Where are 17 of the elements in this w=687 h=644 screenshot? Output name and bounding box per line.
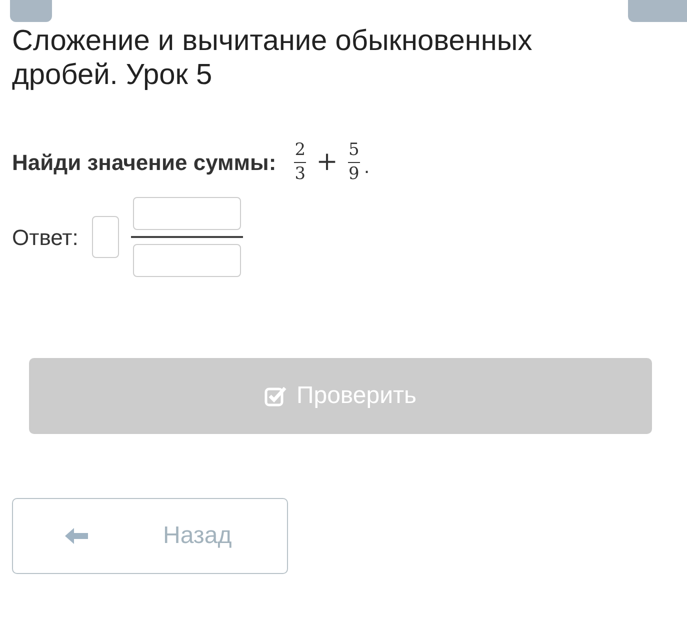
- numerator-field[interactable]: [133, 197, 242, 230]
- denominator-field[interactable]: [133, 244, 242, 277]
- whole-part-field[interactable]: [92, 216, 120, 258]
- denominator: 9: [348, 163, 360, 183]
- plus-sign: +: [316, 146, 338, 179]
- numerator: 5: [348, 142, 360, 162]
- numerator: 2: [294, 142, 306, 162]
- lesson-title: Сложение и вычитание обыкновенных дробей. Урок 5: [11, 24, 534, 92]
- checkbox-icon: [264, 385, 288, 407]
- answer-label: Ответ:: [12, 224, 78, 252]
- back-button[interactable]: Назад: [12, 498, 288, 574]
- corner-button[interactable]: [10, 0, 52, 22]
- denominator: 3: [294, 163, 306, 183]
- problem-text: Найди значение суммы:: [12, 149, 276, 177]
- left-arrow-icon: [64, 526, 90, 546]
- period: .: [364, 154, 370, 180]
- corner-button[interactable]: [628, 0, 687, 22]
